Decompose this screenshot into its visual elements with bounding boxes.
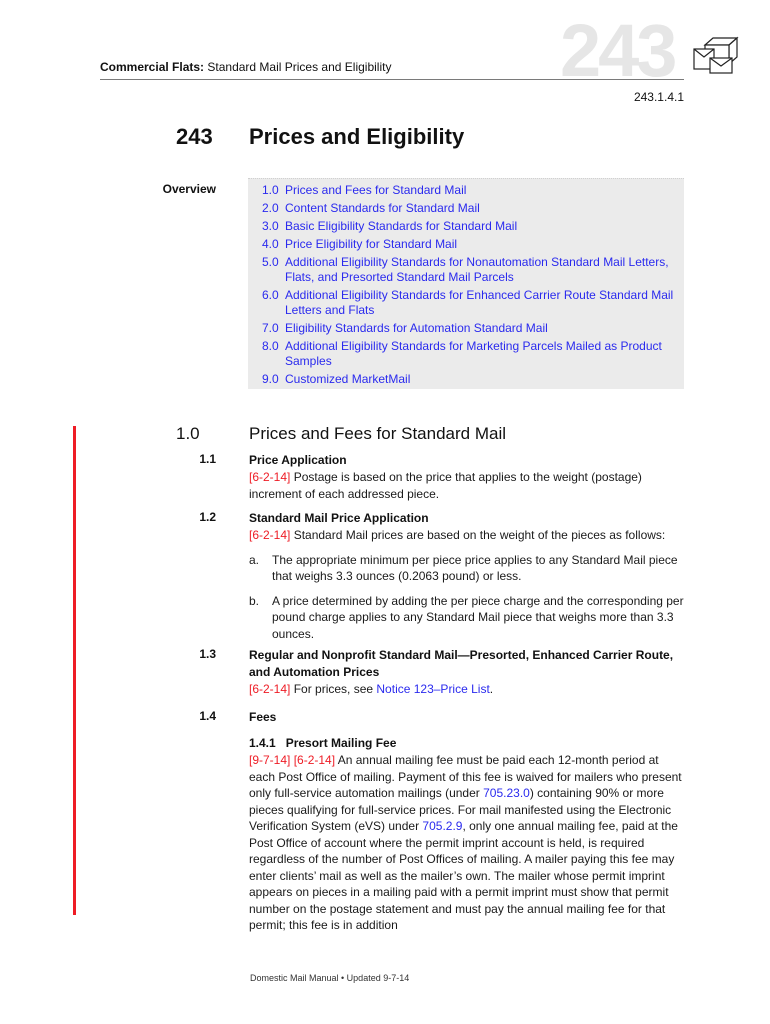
running-head-title: Standard Mail Prices and Eligibility [204, 60, 392, 74]
subsection-title: Regular and Nonprofit Standard Mail—Pres… [249, 648, 674, 679]
revision-date: [6-2-14] [293, 753, 336, 767]
list-marker: b. [249, 593, 260, 608]
toc-item[interactable]: 4.0 Price Eligibility for Standard Mail [262, 237, 674, 252]
section-number: 1.0 [176, 424, 200, 443]
toc-item-num: 5.0 [262, 255, 279, 269]
toc-item-num: 1.0 [262, 183, 279, 197]
list-item: b. A price determined by adding the per … [249, 593, 684, 643]
revision-date: [9-7-14] [249, 753, 291, 767]
subsection-1-4-1: 1.4.1 Presort Mailing Fee [9-7-14] [6-2-… [249, 735, 687, 934]
ref-705-2-9-link[interactable]: 705.2.9 [422, 819, 462, 833]
subsection-body: [6-2-14] Standard Mail prices are based … [249, 527, 684, 544]
body-text: , only one annual mailing fee, paid at t… [249, 819, 678, 932]
subsection-body: [9-7-14] [6-2-14] An annual mailing fee … [249, 752, 687, 934]
toc-item-text: Customized MarketMail [285, 372, 411, 386]
list-marker: a. [249, 552, 260, 567]
revision-date: [6-2-14] [249, 470, 291, 484]
revision-date: [6-2-14] [249, 528, 291, 542]
body-text: For prices, see [290, 682, 377, 696]
chapter-watermark-number: 243 [560, 9, 677, 92]
section-reference: 243.1.4.1 [633, 90, 684, 104]
toc-item[interactable]: 1.0 Prices and Fees for Standard Mail [262, 183, 674, 198]
toc-item[interactable]: 5.0 Additional Eligibility Standards for … [262, 255, 674, 285]
subsection-1-1: Price Application [6-2-14] Postage is ba… [249, 452, 684, 502]
toc-item-text: Content Standards for Standard Mail [285, 201, 480, 215]
subsection-body: [6-2-14] Postage is based on the price t… [249, 469, 684, 502]
subsection-1-2: Standard Mail Price Application [6-2-14]… [249, 510, 684, 642]
subsection-number: 1.3 [199, 647, 216, 661]
section-title: Prices and Fees for Standard Mail [249, 424, 507, 443]
chapter-number: 243 [176, 124, 213, 149]
running-head: Commercial Flats: Standard Mail Prices a… [100, 60, 391, 74]
body-text: Standard Mail prices are based on the we… [290, 528, 666, 542]
toc-item[interactable]: 9.0 Customized MarketMail [262, 372, 674, 387]
overview-label: Overview [162, 182, 216, 196]
subsection-title: Standard Mail Price Application [249, 511, 429, 525]
running-head-bold: Commercial Flats: [100, 60, 205, 74]
chapter-title: Prices and Eligibility [249, 124, 465, 149]
subsection-number: 1.1 [199, 452, 216, 466]
mail-parcel-icon [693, 36, 739, 74]
toc-item-num: 8.0 [262, 339, 279, 353]
toc-item-num: 9.0 [262, 372, 279, 386]
toc-item[interactable]: 6.0 Additional Eligibility Standards for … [262, 288, 674, 318]
toc-item-text: Price Eligibility for Standard Mail [285, 237, 458, 251]
body-text: . [489, 682, 494, 696]
notice-123-link[interactable]: Notice 123–Price List [376, 682, 489, 696]
toc-item[interactable]: 7.0 Eligibility Standards for Automation … [262, 321, 674, 336]
toc-item-num: 6.0 [262, 288, 279, 302]
toc-item[interactable]: 8.0 Additional Eligibility Standards for … [262, 339, 674, 369]
subsection-title: Fees [249, 710, 277, 724]
subsection-number: 1.2 [199, 510, 216, 524]
ref-705-23-0-link[interactable]: 705.23.0 [483, 786, 530, 800]
toc-item-num: 7.0 [262, 321, 279, 335]
page-footer: Domestic Mail Manual • Updated 9-7-14 [250, 973, 410, 983]
toc-item-num: 3.0 [262, 219, 279, 233]
list-text: A price determined by adding the per pie… [272, 593, 684, 641]
subsection-title: 1.4.1 Presort Mailing Fee [249, 736, 397, 750]
subsection-1-3: Regular and Nonprofit Standard Mail—Pres… [249, 647, 689, 698]
subsection-title: Price Application [249, 453, 347, 467]
toc-item-text: Additional Eligibility Standards for Non… [285, 255, 669, 284]
toc-item-text: Basic Eligibility Standards for Standard… [285, 219, 518, 233]
toc-item-num: 4.0 [262, 237, 279, 251]
toc-item-text: Additional Eligibility Standards for Mar… [285, 339, 662, 368]
change-bar [73, 426, 76, 915]
header-rule [100, 79, 684, 80]
subsection-number: 1.4 [199, 709, 216, 723]
subsection-body: [6-2-14] For prices, see Notice 123–Pric… [249, 681, 689, 698]
list-text: The appropriate minimum per piece price … [272, 552, 678, 584]
toc-item-num: 2.0 [262, 201, 279, 215]
toc-item-text: Additional Eligibility Standards for Enh… [285, 288, 674, 317]
toc-item[interactable]: 3.0 Basic Eligibility Standards for Stand… [262, 219, 674, 234]
toc-item-text: Eligibility Standards for Automation Sta… [285, 321, 548, 335]
toc-item[interactable]: 2.0 Content Standards for Standard Mail [262, 201, 674, 216]
overview-toc: 1.0 Prices and Fees for Standard Mail 2.0… [248, 178, 684, 389]
revision-date: [6-2-14] [249, 682, 291, 696]
body-text: Postage is based on the price that appli… [249, 470, 642, 501]
list-item: a. The appropriate minimum per piece pri… [249, 552, 684, 585]
toc-item-text: Prices and Fees for Standard Mail [285, 183, 467, 197]
